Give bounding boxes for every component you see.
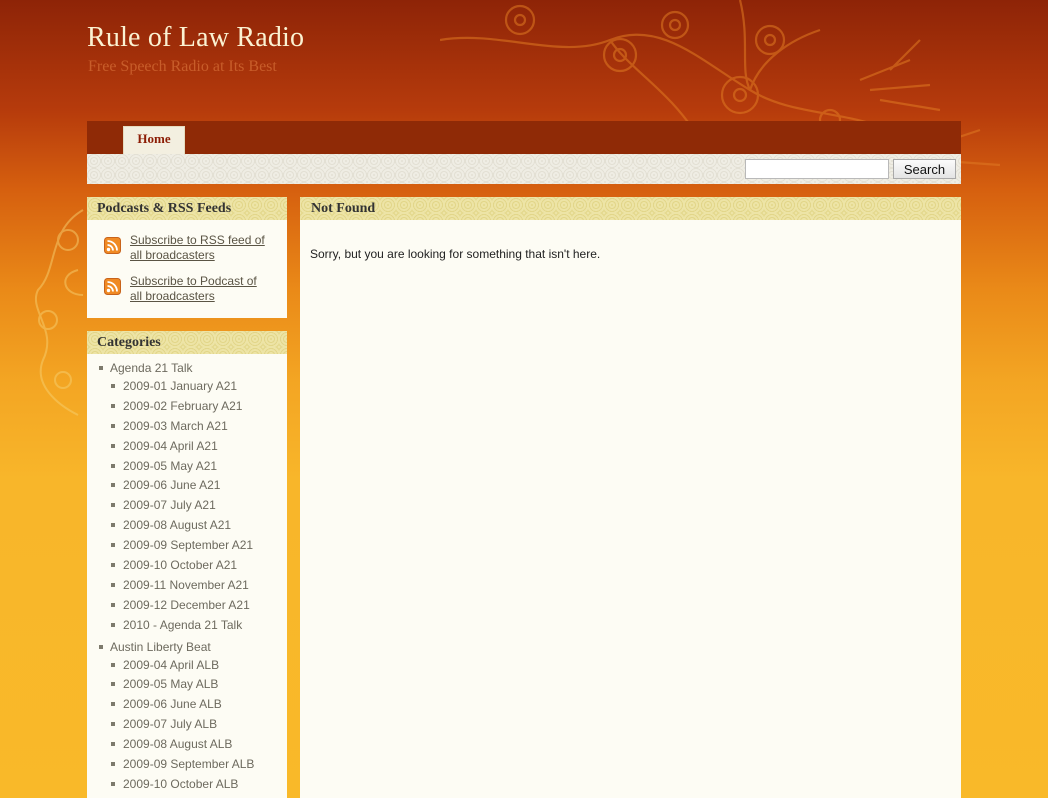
- category-group: Agenda 21 Talk 2009-01 January A21 2009-…: [87, 360, 287, 636]
- subcategory-link[interactable]: 2009-02 February A21: [87, 397, 287, 417]
- main-nav: Home: [87, 121, 961, 154]
- subcategory-link[interactable]: 2009-07 July ALB: [87, 715, 287, 735]
- podcasts-widget-title: Podcasts & RSS Feeds: [87, 197, 287, 220]
- subcategory-link[interactable]: 2010 - Agenda 21 Talk: [87, 616, 287, 636]
- categories-widget: Categories Agenda 21 Talk 2009-01 Januar…: [87, 331, 287, 798]
- subcategory-link[interactable]: 2009-10 October A21: [87, 556, 287, 576]
- site-tagline: Free Speech Radio at Its Best: [88, 58, 277, 75]
- subcategory-link[interactable]: 2009-05 May ALB: [87, 675, 287, 695]
- subcategory-link[interactable]: 2009-09 September ALB: [87, 755, 287, 775]
- subcategory-link[interactable]: 2009-03 March A21: [87, 417, 287, 437]
- categories-widget-title: Categories: [87, 331, 287, 354]
- subcategory-link[interactable]: 2009-01 January A21: [87, 377, 287, 397]
- podcasts-widget: Podcasts & RSS Feeds Subscribe to RSS fe…: [87, 197, 287, 318]
- rss-icon[interactable]: [104, 278, 121, 295]
- subcategory-link[interactable]: 2009-04 April A21: [87, 437, 287, 457]
- subcategory-link[interactable]: 2009-08 August ALB: [87, 735, 287, 755]
- search-bar: Search: [87, 154, 961, 184]
- subcategory-link[interactable]: 2009-08 August A21: [87, 516, 287, 536]
- main-content: Not Found Sorry, but you are looking for…: [300, 197, 961, 798]
- subcategory-link[interactable]: 2009-07 July A21: [87, 496, 287, 516]
- subcategory-link[interactable]: 2009-04 April ALB: [87, 656, 287, 676]
- rss-icon[interactable]: [104, 237, 121, 254]
- nav-tab-home[interactable]: Home: [123, 126, 185, 154]
- subcategory-link[interactable]: 2009-06 June ALB: [87, 695, 287, 715]
- subcategory-link[interactable]: 2009-11 November A21: [87, 576, 287, 596]
- subcategory-list: 2009-01 January A21 2009-02 February A21…: [87, 377, 287, 636]
- category-link[interactable]: Agenda 21 Talk: [87, 360, 287, 377]
- subcategory-link[interactable]: 2009-05 May A21: [87, 457, 287, 477]
- subcategory-list: 2009-04 April ALB 2009-05 May ALB 2009-0…: [87, 656, 287, 795]
- rss-feed-link[interactable]: Subscribe to RSS feed of all broadcaster…: [130, 233, 272, 263]
- subcategory-link[interactable]: 2009-06 June A21: [87, 476, 287, 496]
- search-button[interactable]: Search: [893, 159, 956, 179]
- not-found-message: Sorry, but you are looking for something…: [310, 247, 601, 261]
- subcategory-link[interactable]: 2009-12 December A21: [87, 596, 287, 616]
- search-input[interactable]: [745, 159, 889, 179]
- subcategory-link[interactable]: 2009-10 October ALB: [87, 775, 287, 795]
- page-title: Not Found: [300, 197, 961, 220]
- category-group: Austin Liberty Beat 2009-04 April ALB 20…: [87, 639, 287, 795]
- site-title[interactable]: Rule of Law Radio: [87, 22, 304, 54]
- podcast-feed-link[interactable]: Subscribe to Podcast of all broadcasters: [130, 274, 272, 304]
- category-link[interactable]: Austin Liberty Beat: [87, 639, 287, 656]
- subcategory-link[interactable]: 2009-09 September A21: [87, 536, 287, 556]
- category-list: Agenda 21 Talk 2009-01 January A21 2009-…: [87, 360, 287, 795]
